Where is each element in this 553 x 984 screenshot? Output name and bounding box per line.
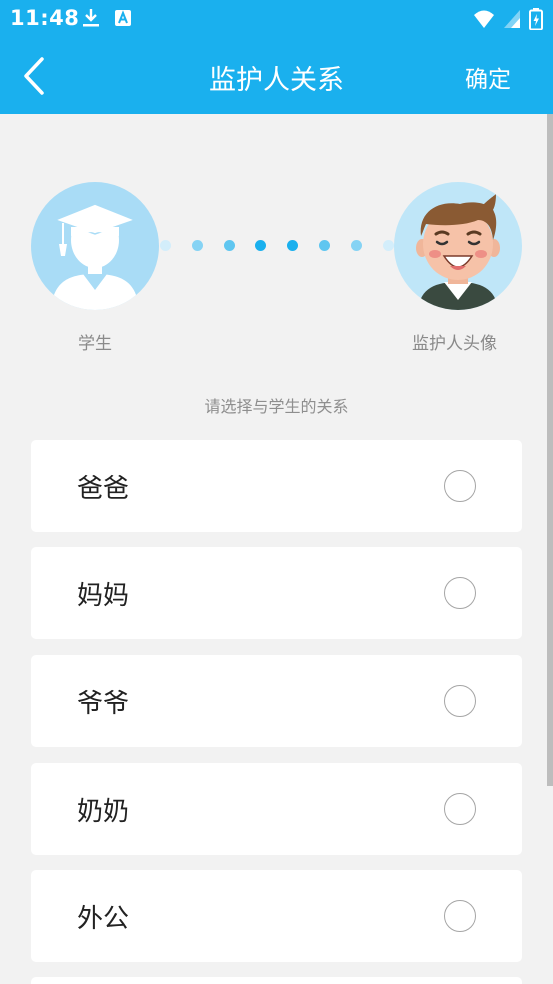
radio-button[interactable] — [444, 470, 476, 502]
status-bar: 11:48 — [0, 0, 553, 36]
connector-dot — [192, 240, 203, 251]
radio-button[interactable] — [444, 685, 476, 717]
option-label: 爸爸 — [77, 474, 130, 504]
radio-button[interactable] — [444, 793, 476, 825]
a-icon — [115, 10, 131, 26]
student-graduate-icon — [51, 203, 139, 310]
student-avatar — [31, 182, 159, 310]
connector-dot — [224, 240, 235, 251]
status-notification-icons — [82, 8, 132, 28]
option-label: 外公 — [77, 904, 130, 934]
radio-button[interactable] — [444, 577, 476, 609]
guardian-face-icon — [416, 194, 500, 310]
radio-button[interactable] — [444, 900, 476, 932]
connector-dot — [319, 240, 330, 251]
option-label: 奶奶 — [77, 797, 130, 827]
signal-icon — [504, 10, 520, 28]
connector-dot — [160, 240, 171, 251]
relationship-option-father[interactable]: 爸爸 — [31, 440, 522, 532]
app-bar: 监护人关系 确定 — [0, 36, 553, 114]
guardian-label: 监护人头像 — [412, 334, 497, 354]
guardian-avatar[interactable] — [394, 182, 522, 310]
connection-dots — [160, 240, 394, 252]
wifi-icon — [474, 10, 494, 28]
status-system-icons — [473, 8, 543, 30]
relationship-option-partial[interactable] — [31, 977, 522, 984]
connector-dot — [351, 240, 362, 251]
scrollbar[interactable] — [547, 114, 553, 786]
relationship-option-paternal-grandmother[interactable]: 奶奶 — [31, 763, 522, 855]
connector-dot — [383, 240, 394, 251]
confirm-button[interactable]: 确定 — [465, 60, 511, 94]
battery-icon — [529, 8, 543, 30]
relationship-option-paternal-grandfather[interactable]: 爷爷 — [31, 655, 522, 747]
connector-dot — [287, 240, 298, 251]
download-icon — [83, 9, 99, 27]
option-label: 爷爷 — [77, 689, 130, 719]
relationship-hint: 请选择与学生的关系 — [204, 397, 349, 416]
student-label: 学生 — [78, 334, 112, 354]
relationship-option-mother[interactable]: 妈妈 — [31, 547, 522, 639]
option-label: 妈妈 — [77, 581, 130, 611]
status-time: 11:48 — [10, 6, 80, 30]
connector-dot — [255, 240, 266, 251]
relationship-option-maternal-grandfather[interactable]: 外公 — [31, 870, 522, 962]
